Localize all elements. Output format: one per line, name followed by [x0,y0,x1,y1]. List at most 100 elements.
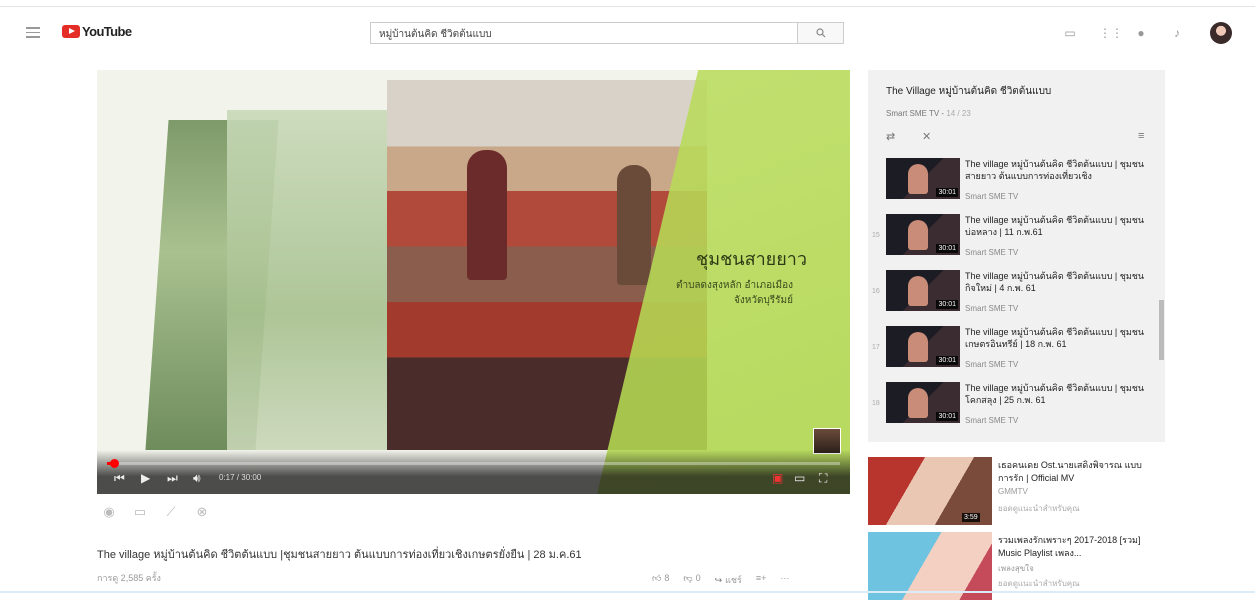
video-frame-person [617,165,651,285]
playlist-item-index: 15 [872,232,880,239]
video-frame-person [467,150,507,280]
video-overlay-subtitle-line: ตำบลดงสุงหลัก อำเภอเมือง [675,280,793,291]
duration-badge: 30:01 [936,412,958,421]
previous-icon[interactable]: ⏮ [114,471,125,485]
playlist-item[interactable]: 16 30:01 The village หมู่บ้านต้นคิด ชีวิ… [868,268,1165,322]
share-button[interactable]: ↪ แชร์ [715,573,742,587]
share-label: แชร์ [725,575,742,585]
playlist-item-channel: Smart SME TV [965,304,1019,313]
masthead: YouTube หมู่บ้านต้นคิด ชีวิตต้นแบบ ▭ ⋮⋮ … [0,8,1255,54]
playlist-items: 30:01 The village หมู่บ้านต้นคิด ชีวิตต้… [868,156,1165,442]
notifications-bell-icon[interactable]: ♪ [1170,26,1184,40]
playlist-scrollbar[interactable] [1159,300,1164,360]
playlist-item-index: 17 [872,344,880,351]
duration-badge: 30:01 [936,356,958,365]
player-extra-icons: ◉ ▭ ⟋ ⊗ [99,504,212,520]
playlist-item-channel: Smart SME TV [965,416,1019,425]
recommended-thumbnail[interactable] [868,532,992,600]
duration-badge: 30:01 [936,244,958,253]
recommended-meta: ยอดดูแนะนำสำหรับคุณ [998,504,1080,513]
autoplay-icon[interactable]: ▣ [772,471,783,485]
recommended-channel: เพลงสุขใจ [998,564,1034,573]
recommended-title[interactable]: เธอคนเดย Ost.นายเสดิงพิจารณ แบบ การรัก |… [998,459,1158,485]
like-count: 8 [664,573,670,583]
playlist-item-thumbnail[interactable]: 30:01 [886,214,960,255]
playlist-item-title[interactable]: The village หมู่บ้านต้นคิด ชีวิตต้นแบบ |… [965,382,1145,406]
next-icon[interactable]: ⏭ [167,471,178,485]
search-button[interactable] [797,22,844,44]
shuffle-icon[interactable]: ✕ [922,130,931,143]
video-title: The village หมู่บ้านต้นคิด ชีวิตต้นแบบ |… [97,549,582,561]
playlist-item[interactable]: 17 30:01 The village หมู่บ้านต้นคิด ชีวิ… [868,324,1165,378]
share-icon: ↪ [714,575,723,585]
playlist-panel: The Village หมู่บ้านต้นคิด ชีวิตต้นแบบ S… [868,70,1165,442]
time-display: 0:17 / 30:00 [219,473,262,482]
video-overlay-subtitle: ตำบลดงสุงหลัก อำเภอเมือง จังหวัดบุรีรัมย… [637,278,793,308]
playlist-item-thumbnail[interactable]: 30:01 [886,270,960,311]
playlist-title[interactable]: The Village หมู่บ้านต้นคิด ชีวิตต้นแบบ [886,84,1051,99]
playlist-item-channel: Smart SME TV [965,248,1019,257]
playlist-position: 14 / 23 [946,109,971,118]
thumbs-up-icon: 👍︎ [652,573,662,583]
playlist-item-index: 18 [872,400,880,407]
playlist-item[interactable]: 30:01 The village หมู่บ้านต้นคิด ชีวิตต้… [868,156,1165,210]
playlist-item-title[interactable]: The village หมู่บ้านต้นคิด ชีวิตต้นแบบ |… [965,158,1145,182]
dislike-count: 0 [695,573,701,583]
playlist-channel[interactable]: Smart SME TV [886,109,939,118]
video-overlay-subtitle-line: จังหวัดบุรีรัมย์ [734,295,793,306]
video-frame-panel [227,110,407,450]
duration-badge: 30:01 [936,188,958,197]
playlist-item[interactable]: 18 30:01 The village หมู่บ้านต้นคิด ชีวิ… [868,380,1165,434]
playlist-item-channel: Smart SME TV [965,192,1019,201]
bottom-divider [0,591,1255,593]
recommended-video[interactable]: 3:59 เธอคนเดย Ost.นายเสดิงพิจารณ แบบ การ… [868,457,1165,527]
volume-icon[interactable]: 🔊︎ [193,471,201,485]
save-playlist-icon[interactable]: ≡+ [756,573,767,587]
progress-bar[interactable] [107,459,840,468]
playlist-item-thumbnail[interactable]: 30:01 [886,158,960,199]
playlist-item-title[interactable]: The village หมู่บ้านต้นคิด ชีวิตต้นแบบ |… [965,270,1145,294]
duration-badge: 3:59 [962,513,980,522]
hamburger-menu-icon[interactable] [26,27,40,38]
view-count: การดู 2,585 ครั้ง [97,573,161,583]
top-divider [0,6,1255,7]
loop-icon[interactable]: ⇄ [886,130,895,143]
theater-mode-icon[interactable]: ▭ [794,471,805,485]
player-controls [97,450,850,494]
youtube-logo[interactable]: YouTube [62,23,132,39]
link-icon[interactable]: ⟋ [161,504,181,520]
close-icon[interactable]: ⊗ [192,504,212,520]
playlist-item-channel: Smart SME TV [965,360,1019,369]
play-icon[interactable]: ▶ [141,471,150,485]
search-input[interactable]: หมู่บ้านต้นคิด ชีวิตต้นแบบ [370,22,798,44]
fullscreen-icon[interactable]: ⛶ [819,471,827,485]
like-button[interactable]: 👍︎ 8 [652,573,669,587]
playlist-item-thumbnail[interactable]: 30:01 [886,326,960,367]
view-icon[interactable]: ◉ [99,504,119,520]
video-overlay-title: ชุมชนสายยาว [695,249,807,270]
playlist-controls: ⇄ ✕ ≡ [886,130,1148,144]
playlist-item-index: 16 [872,288,880,295]
play-logo-icon [62,24,80,38]
video-actions: 👍︎ 8 👎︎ 0 ↪ แชร์ ≡+ ··· [652,573,789,587]
video-player[interactable]: ชุมชนสายยาว ตำบลดงสุงหลัก อำเภอเมือง จัง… [97,70,850,494]
playlist-item-title[interactable]: The village หมู่บ้านต้นคิด ชีวิตต้นแบบ |… [965,214,1145,238]
search-icon [815,28,825,38]
recommended-channel: GMMTV [998,487,1028,496]
thumbs-down-icon: 👎︎ [683,573,693,583]
create-video-icon[interactable]: ▭ [1063,26,1077,40]
playlist-item-thumbnail[interactable]: 30:01 [886,382,960,423]
playlist-item-title[interactable]: The village หมู่บ้านต้นคิด ชีวิตต้นแบบ |… [965,326,1145,350]
messages-icon[interactable]: ● [1134,26,1148,40]
duration-badge: 30:01 [936,300,958,309]
playlist-menu-icon[interactable]: ≡ [1138,130,1144,142]
recommended-title[interactable]: รวมเพลงรักเพราะๆ 2017-2018 [รวม] Music P… [998,534,1158,560]
dislike-button[interactable]: 👎︎ 0 [683,573,700,587]
more-options-icon[interactable]: ··· [780,573,789,587]
playlist-item[interactable]: 15 30:01 The village หมู่บ้านต้นคิด ชีวิ… [868,212,1165,266]
logo-text: YouTube [82,23,132,39]
apps-grid-icon[interactable]: ⋮⋮ [1099,26,1123,40]
cast-icon[interactable]: ▭ [130,504,150,520]
recommended-meta: ยอดดูแนะนำสำหรับคุณ [998,579,1080,588]
user-avatar[interactable] [1210,22,1232,44]
